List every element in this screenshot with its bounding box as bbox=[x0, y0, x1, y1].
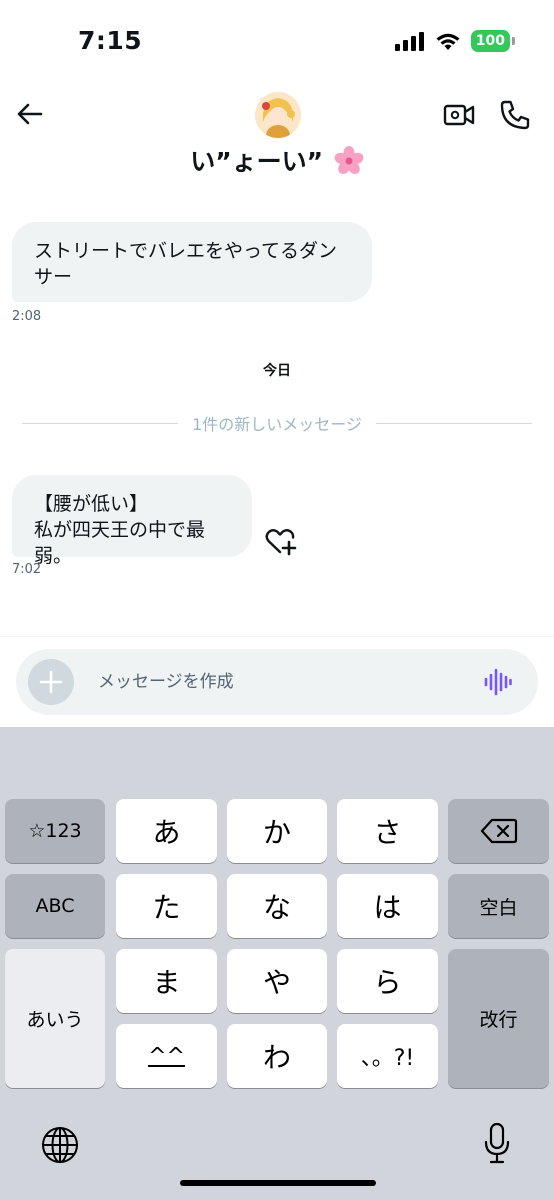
signal-icon bbox=[394, 32, 424, 51]
key-kana-mode[interactable]: あいう bbox=[5, 949, 105, 1088]
new-messages-label: 1件の新しいメッセージ bbox=[192, 415, 362, 434]
message-text-line: 私が四天王の中で最弱。 bbox=[34, 519, 206, 567]
key-ha[interactable]: は bbox=[337, 874, 438, 938]
key-ka[interactable]: か bbox=[227, 799, 327, 863]
avatar-image bbox=[255, 92, 301, 138]
key-ma[interactable]: ま bbox=[116, 949, 217, 1013]
new-messages-divider: 1件の新しいメッセージ bbox=[22, 412, 532, 434]
key-wa[interactable]: わ bbox=[227, 1024, 327, 1088]
divider-line bbox=[22, 422, 179, 424]
add-button[interactable] bbox=[28, 659, 74, 705]
home-indicator bbox=[180, 1180, 376, 1186]
avatar[interactable] bbox=[255, 92, 301, 138]
video-call-icon[interactable] bbox=[442, 98, 476, 132]
return-key[interactable]: 改行 bbox=[448, 949, 549, 1088]
battery-icon: 100 bbox=[470, 30, 516, 52]
key-na[interactable]: な bbox=[227, 874, 327, 938]
key-abc[interactable]: ABC bbox=[5, 874, 105, 938]
backspace-icon bbox=[480, 818, 517, 844]
contact-name-text: い”ょーい” bbox=[190, 147, 324, 176]
status-icons: 100 bbox=[394, 30, 516, 52]
key-ta[interactable]: た bbox=[116, 874, 217, 938]
message-composer bbox=[16, 649, 538, 715]
key-emoticon[interactable]: ^^ bbox=[116, 1024, 217, 1088]
key-ra[interactable]: ら bbox=[337, 949, 438, 1013]
contact-name: い”ょーい” bbox=[0, 142, 554, 178]
voice-wave-icon[interactable] bbox=[484, 667, 512, 697]
message-text: ストリートでバレエをやってるダンサー bbox=[34, 240, 338, 288]
message-timestamp: 7:02 bbox=[12, 562, 42, 577]
key-numbers[interactable]: ☆123 bbox=[5, 799, 105, 863]
globe-icon[interactable] bbox=[40, 1125, 80, 1165]
key-sa[interactable]: さ bbox=[337, 799, 438, 863]
key-a[interactable]: あ bbox=[116, 799, 217, 863]
message-timestamp: 2:08 bbox=[12, 309, 42, 324]
message-text-line: 【腰が低い】 bbox=[34, 493, 149, 515]
composer-divider bbox=[0, 636, 554, 637]
key-ya[interactable]: や bbox=[227, 949, 327, 1013]
status-time: 7:15 bbox=[78, 26, 143, 55]
divider-line bbox=[375, 422, 532, 424]
space-key[interactable]: 空白 bbox=[448, 874, 549, 938]
wifi-icon bbox=[436, 33, 460, 50]
add-reaction-icon[interactable] bbox=[264, 525, 298, 557]
phone-icon[interactable] bbox=[498, 98, 532, 132]
cherry-blossom-icon bbox=[334, 146, 364, 174]
status-bar: 7:15 100 bbox=[0, 0, 554, 80]
message-bubble[interactable]: 【腰が低い】 私が四天王の中で最弱。 bbox=[12, 475, 252, 567]
date-divider: 今日 bbox=[263, 363, 291, 379]
message-input[interactable] bbox=[98, 667, 438, 697]
message-bubble[interactable]: ストリートでバレエをやってるダンサー bbox=[12, 222, 372, 302]
plus-icon bbox=[39, 670, 63, 694]
microphone-icon[interactable] bbox=[484, 1122, 510, 1164]
back-arrow-icon[interactable] bbox=[14, 98, 46, 130]
chat-header: い”ょーい” bbox=[0, 80, 554, 190]
key-punctuation[interactable]: 、。?! bbox=[337, 1024, 438, 1088]
delete-key[interactable] bbox=[448, 799, 549, 863]
